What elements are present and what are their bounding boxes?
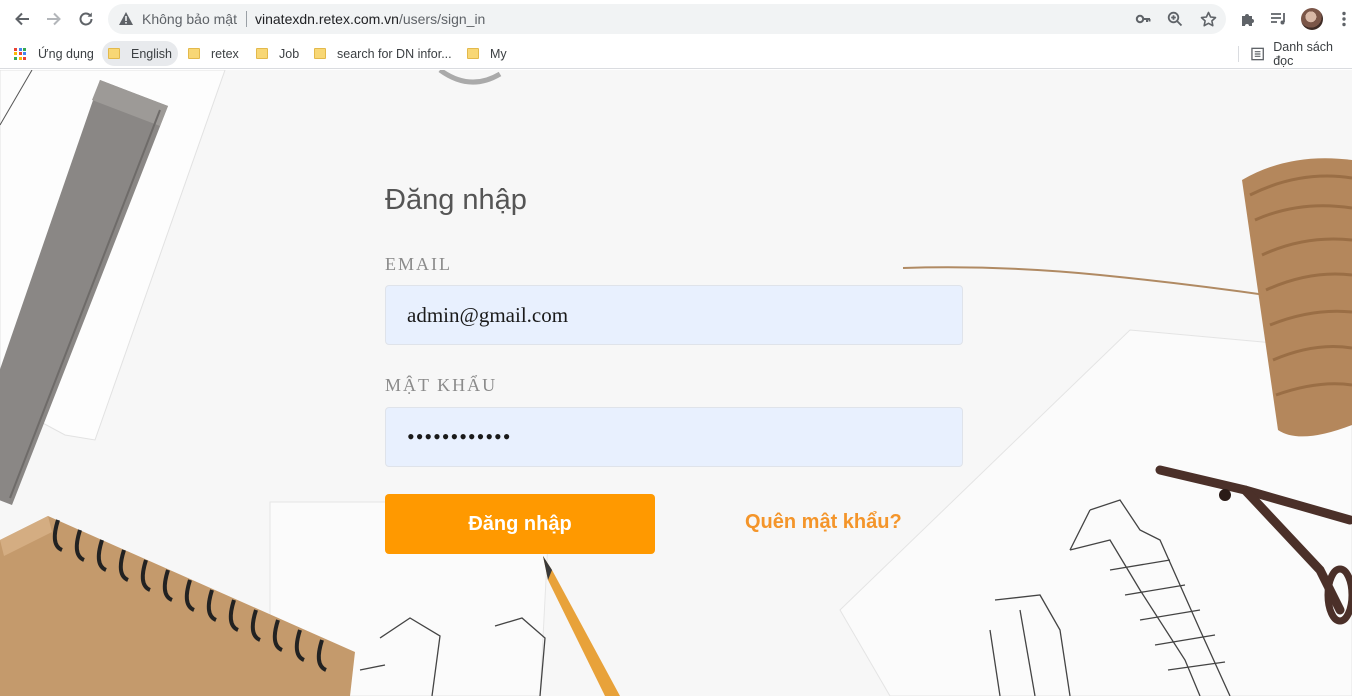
- key-icon[interactable]: [1134, 10, 1152, 28]
- reload-icon[interactable]: [74, 8, 98, 30]
- login-submit-button[interactable]: Đăng nhập: [385, 494, 655, 554]
- folder-icon: [188, 48, 200, 59]
- bookmark-retex[interactable]: retex: [182, 41, 245, 66]
- browser-toolbar: Không bảo mật vinatexdn.retex.com.vn/use…: [0, 0, 1352, 38]
- back-arrow-icon[interactable]: [10, 8, 34, 30]
- media-queue-icon[interactable]: [1269, 9, 1289, 29]
- tailoring-background-image: [0, 70, 1352, 696]
- address-divider: [246, 11, 247, 27]
- bookmark-label: My: [490, 46, 507, 61]
- bookmark-label: retex: [211, 46, 239, 61]
- reading-list-button[interactable]: Danh sách đọc: [1251, 39, 1352, 68]
- url-host: vinatexdn.retex.com.vn: [255, 11, 399, 27]
- url-text[interactable]: vinatexdn.retex.com.vn/users/sign_in: [255, 11, 485, 27]
- folder-icon: [467, 48, 479, 59]
- puzzle-icon[interactable]: [1238, 9, 1258, 29]
- bookmark-my[interactable]: My: [461, 41, 513, 66]
- bookmark-apps[interactable]: Ứng dụng: [8, 41, 100, 66]
- bookmark-label: Job: [279, 46, 300, 61]
- folder-icon: [108, 48, 120, 59]
- folder-icon: [314, 48, 326, 59]
- bookmark-label: English: [131, 46, 172, 61]
- forgot-password-link[interactable]: Quên mật khẩu?: [745, 511, 902, 534]
- email-field[interactable]: [385, 285, 963, 345]
- bookmark-label: search for DN infor...: [337, 46, 452, 61]
- bookmark-apps-label: Ứng dụng: [38, 46, 94, 61]
- bookmark-job[interactable]: Job: [250, 41, 305, 66]
- bookmarks-bar: Ứng dụng English retex Job search for DN…: [0, 38, 1352, 69]
- security-status-text[interactable]: Không bảo mật: [142, 11, 237, 27]
- bookmarks-divider: [1238, 46, 1239, 62]
- pencil-illustration: [543, 556, 620, 696]
- apps-grid-icon: [14, 47, 26, 60]
- profile-avatar[interactable]: [1301, 8, 1323, 30]
- bookmark-search-dn[interactable]: search for DN infor...: [308, 41, 458, 66]
- folder-icon: [256, 48, 268, 59]
- password-field[interactable]: [385, 407, 963, 467]
- reading-list-label: Danh sách đọc: [1273, 39, 1333, 68]
- url-path: /users/sign_in: [398, 11, 486, 27]
- forward-arrow-icon[interactable]: [42, 8, 66, 30]
- reading-list-icon: [1251, 47, 1264, 60]
- password-label: MẬT KHẨU: [385, 375, 498, 395]
- zoom-icon[interactable]: [1166, 10, 1184, 28]
- kebab-menu-icon[interactable]: [1334, 9, 1352, 29]
- login-title: Đăng nhập: [385, 184, 527, 216]
- address-bar[interactable]: Không bảo mật vinatexdn.retex.com.vn/use…: [108, 4, 1226, 34]
- email-label: EMAIL: [385, 254, 452, 274]
- bookmark-english[interactable]: English: [102, 41, 178, 66]
- star-icon[interactable]: [1199, 10, 1217, 28]
- page-viewport: Đăng nhập EMAIL MẬT KHẨU Đăng nhập Quên …: [0, 70, 1352, 696]
- warning-icon[interactable]: [118, 11, 134, 31]
